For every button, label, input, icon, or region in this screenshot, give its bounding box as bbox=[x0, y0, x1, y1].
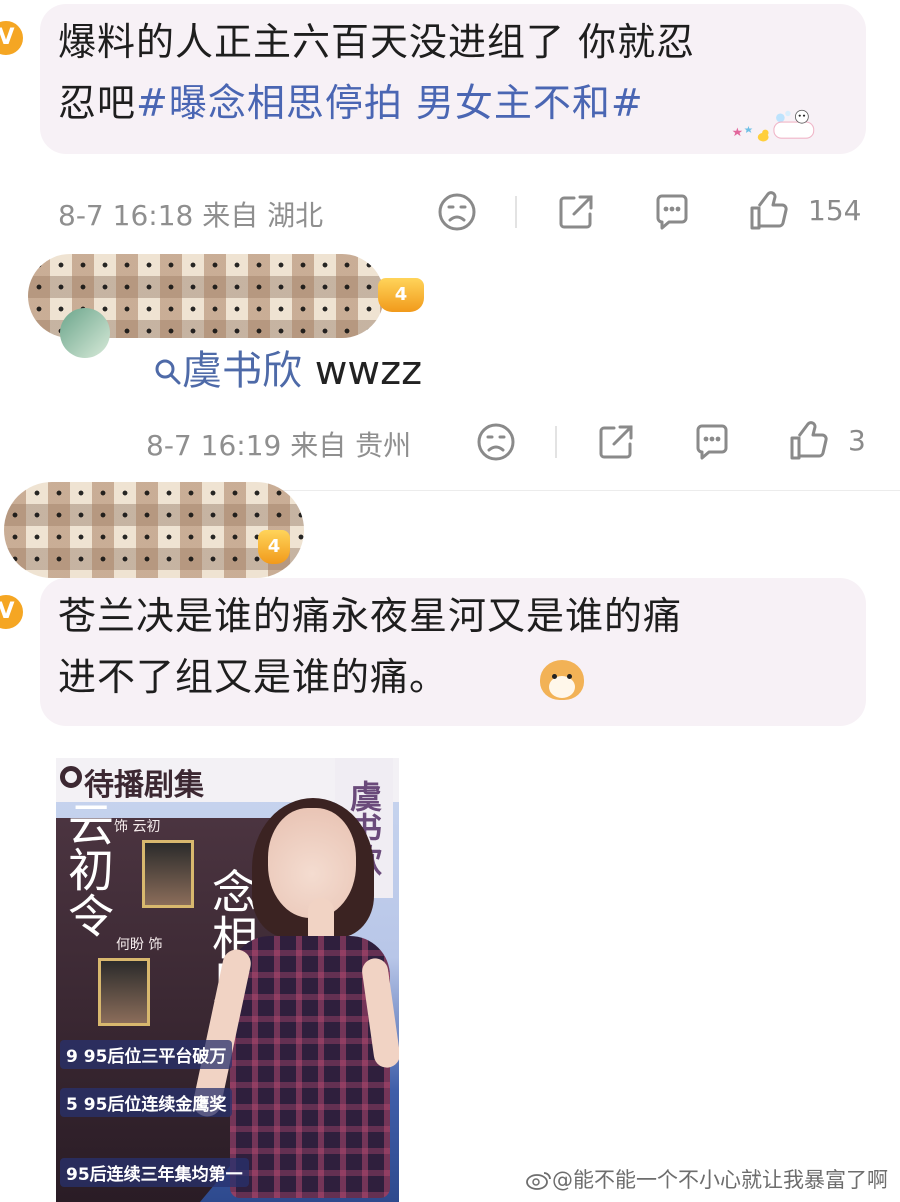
comment-2-line2: 进不了组又是谁的痛。 bbox=[58, 655, 449, 699]
action-divider bbox=[515, 196, 517, 228]
watermark: @能不能一个不小心就让我暴富了啊 bbox=[526, 1164, 888, 1194]
poster-portrait-2 bbox=[98, 958, 150, 1026]
verified-icon: V bbox=[0, 18, 26, 58]
search-icon bbox=[155, 359, 181, 385]
comment-1-line1: 爆料的人正主六百天没进组了 你就忍 bbox=[58, 20, 696, 64]
comment-icon[interactable] bbox=[652, 192, 692, 232]
comment-1-line2: 忍吧#曝念相思停拍 男女主不和# bbox=[58, 76, 644, 130]
poster-portrait-1 bbox=[142, 840, 194, 908]
mention-suffix: wwzz bbox=[314, 348, 423, 394]
share-icon[interactable] bbox=[556, 192, 596, 232]
sticker-bathtub-icon bbox=[732, 109, 815, 142]
weibo-logo-icon bbox=[526, 1172, 551, 1190]
poster-person bbox=[190, 798, 399, 1198]
mention-name[interactable]: 虞书欣 bbox=[182, 348, 302, 394]
action-divider bbox=[555, 426, 557, 458]
comment-2-line1: 苍兰决是谁的痛永夜星河又是谁的痛 bbox=[58, 594, 683, 638]
poster-role-2: 何盼 饰 bbox=[116, 937, 163, 953]
crown-icon: 4 bbox=[378, 278, 424, 312]
poster-rank-1: 9 95后位三平台破万 bbox=[60, 1040, 233, 1069]
watermark-text: @能不能一个不小心就让我暴富了啊 bbox=[552, 1168, 888, 1192]
poster-rank-3: 95后连续三年集均第一 bbox=[60, 1158, 249, 1187]
poster-dot-icon bbox=[60, 766, 82, 788]
censored-username bbox=[4, 482, 304, 578]
mention-line[interactable]: 虞书欣 wwzz bbox=[154, 338, 422, 396]
like-count-1: 154 bbox=[808, 194, 862, 227]
reply-meta: 8-7 16:19 来自 贵州 bbox=[146, 429, 412, 462]
like-icon[interactable] bbox=[748, 190, 790, 232]
poster-role-1: 饰 云初 bbox=[114, 819, 161, 835]
poster-rank-2: 5 95后位连续金鹰奖 bbox=[60, 1088, 233, 1117]
verified-icon: V bbox=[0, 592, 26, 632]
poster-tag: 待播剧集 bbox=[84, 768, 204, 803]
like-icon[interactable] bbox=[788, 420, 830, 462]
comment-1-line2-prefix: 忍吧 bbox=[58, 81, 137, 125]
avatar[interactable] bbox=[60, 308, 110, 358]
comment-1-meta: 8-7 16:18 来自 湖北 bbox=[58, 199, 324, 232]
share-icon[interactable] bbox=[596, 422, 636, 462]
topic-link[interactable]: #曝念相思停拍 男女主不和# bbox=[136, 81, 644, 125]
dog-emoji-icon bbox=[540, 660, 584, 700]
like-count-2: 3 bbox=[848, 424, 866, 457]
attached-poster-image[interactable]: 待播剧集 虞书欣 云初令 饰 云初 何盼 饰 念相思 9 95后位三平台破万 5… bbox=[56, 758, 399, 1202]
crown-icon: 4 bbox=[258, 530, 290, 564]
sad-face-icon[interactable] bbox=[437, 192, 477, 232]
sad-face-icon[interactable] bbox=[476, 422, 516, 462]
comment-icon[interactable] bbox=[692, 422, 732, 462]
poster-title-1: 云初令 bbox=[61, 800, 115, 938]
